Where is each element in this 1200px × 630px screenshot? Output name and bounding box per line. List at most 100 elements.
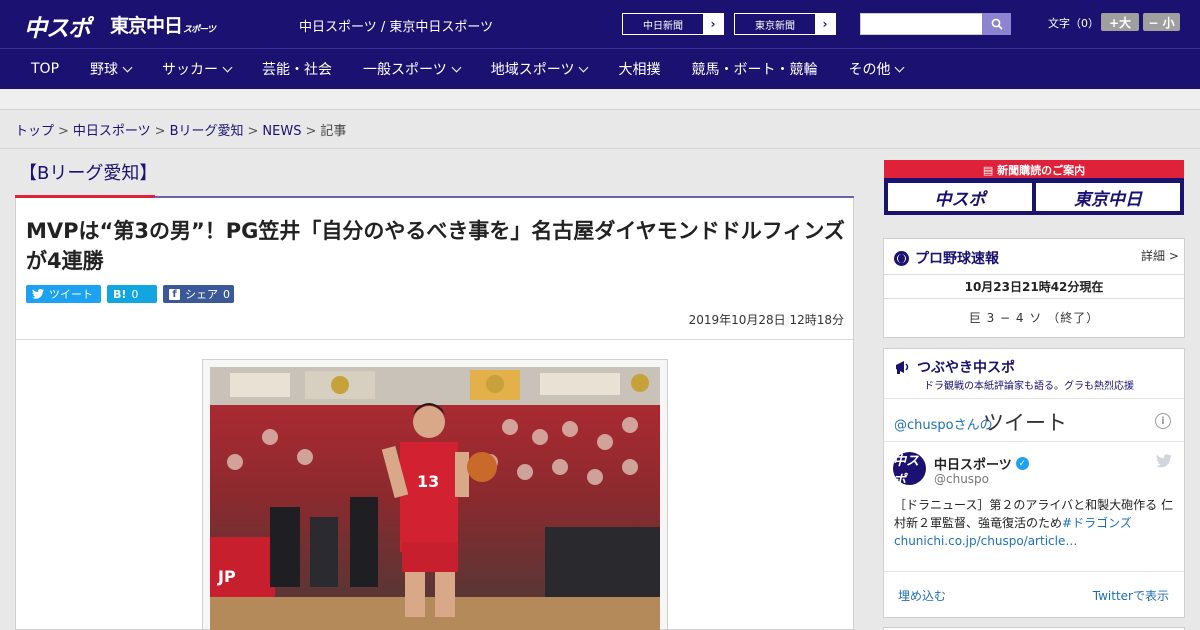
tweet-author-name: 中日スポーツ <box>934 458 1012 473</box>
nav-label: TOP <box>31 61 60 77</box>
hatena-bookmark-button[interactable]: B! 0 <box>107 285 157 303</box>
megaphone-icon <box>896 360 909 374</box>
breadcrumb-current: 記事 <box>320 124 347 139</box>
facebook-icon: f <box>169 288 180 300</box>
svg-text:JP: JP <box>217 567 236 586</box>
nav-item-sumo[interactable]: 大相撲 <box>618 59 660 79</box>
search-button[interactable] <box>982 13 1011 35</box>
breadcrumb-chunichi-sports[interactable]: 中日スポーツ <box>73 124 151 139</box>
tweet-button[interactable]: ツイート <box>26 285 101 303</box>
facebook-count: 0 <box>223 287 230 301</box>
tokyo-shimbun-label: 東京新聞 <box>755 20 795 32</box>
nav-label: 大相撲 <box>618 62 661 78</box>
section-label: 【Bリーグ愛知】 <box>19 163 158 184</box>
tokyo-logo-text: 東京中日 <box>110 15 183 37</box>
site-title[interactable]: 中日スポーツ / 東京中日スポーツ <box>299 16 493 35</box>
info-icon[interactable]: i <box>1155 413 1171 429</box>
breadcrumb-top[interactable]: トップ <box>15 124 54 139</box>
subscribe-tokyo-button[interactable]: 東京中日 <box>1036 183 1180 211</box>
nav-label: サッカー <box>162 62 219 78</box>
article-date: 2019年10月28日 12時18分 <box>688 313 844 327</box>
timeline-account[interactable]: @chuspoさんの <box>894 414 993 433</box>
chevron-right-icon: › <box>703 14 723 34</box>
score-timestamp: 10月23日21時42分現在 <box>884 274 1184 299</box>
breadcrumb-separator: > <box>154 124 166 139</box>
nav-label: 野球 <box>90 62 119 78</box>
baseball-detail-link[interactable]: 詳細 > <box>1141 247 1179 264</box>
facebook-share-button[interactable]: f シェア 0 <box>163 285 234 303</box>
embed-link[interactable]: 埋め込む <box>898 587 946 604</box>
twitter-box-title: つぶやき中スポ <box>917 360 1015 376</box>
subscription-title: ▤ 新聞購読のご案内 <box>884 162 1184 178</box>
chevron-down-icon <box>222 62 233 72</box>
basketball-player-photo: JP 13 <box>210 367 660 630</box>
baseball-box-header: プロ野球速報 <box>894 248 999 268</box>
chevron-down-icon <box>579 62 589 72</box>
nav-item-top[interactable]: TOP <box>31 61 59 77</box>
game-score[interactable]: 巨 3 − 4 ソ （終了） <box>884 309 1184 326</box>
tweet-handle[interactable]: @chuspo <box>934 472 989 486</box>
divider <box>0 148 1200 149</box>
chunichi-shimbun-label: 中日新聞 <box>643 20 683 32</box>
chevron-right-icon: › <box>815 14 835 34</box>
breadcrumb-separator: > <box>305 124 317 139</box>
font-size-label: 文字（0） <box>1048 17 1099 30</box>
baseball-box-title: プロ野球速報 <box>915 251 999 267</box>
hatena-bookmark-icon: B! <box>113 287 127 301</box>
nav-item-baseball[interactable]: 野球 <box>90 59 133 79</box>
nav-label: 競馬・ボート・競輪 <box>691 62 818 78</box>
font-smaller-button[interactable]: − 小 <box>1143 13 1180 31</box>
nav-label: 一般スポーツ <box>363 62 447 78</box>
nav-label: その他 <box>848 62 891 78</box>
nav-item-soccer[interactable]: サッカー <box>162 59 233 79</box>
search-icon <box>991 18 1003 30</box>
subscription-title-text: 新聞購読のご案内 <box>997 164 1086 177</box>
view-on-twitter-link[interactable]: Twitterで表示 <box>1093 587 1169 604</box>
subscribe-chuspo-button[interactable]: 中スポ <box>888 183 1032 211</box>
baseball-icon <box>894 250 909 266</box>
main-nav: TOP 野球 サッカー 芸能・社会 一般スポーツ 地域スポーツ 大相撲 競馬・ボ… <box>0 48 1200 89</box>
twitter-timeline-footer: 埋め込む Twitterで表示 <box>884 571 1184 617</box>
newspaper-icon: ▤ <box>982 164 998 177</box>
avatar[interactable]: 中スポ <box>893 452 926 488</box>
nav-label: 芸能・社会 <box>262 62 333 78</box>
twitter-timeline-header: @chuspoさんの ツイート <box>884 398 1184 442</box>
twitter-bird-icon[interactable] <box>1156 454 1172 468</box>
twitter-box-subtitle: ドラ観戦の本紙評論家も語る。グラも熱烈応援 <box>924 381 1134 392</box>
breadcrumb-separator: > <box>247 124 259 139</box>
nav-item-entertainment[interactable]: 芸能・社会 <box>262 59 332 79</box>
tweet-author[interactable]: 中日スポーツ ✓ <box>934 454 1029 473</box>
font-bigger-button[interactable]: +大 <box>1101 13 1139 31</box>
chunichi-shimbun-link[interactable]: 中日新聞 › <box>622 13 724 35</box>
jersey-number: 13 <box>417 472 439 491</box>
twitter-bird-icon <box>32 289 44 299</box>
twitter-box-header: つぶやき中スポ <box>894 357 1015 377</box>
tokyo-shimbun-link[interactable]: 東京新聞 › <box>734 13 836 35</box>
article-title: MVPは“第3の男”！PG笠井「自分のやるべき事を」名古屋ダイヤモンドドルフィン… <box>26 219 845 273</box>
breadcrumb: トップ > 中日スポーツ > Bリーグ愛知 > NEWS > 記事 <box>15 120 346 139</box>
tokyo-chunichi-logo[interactable]: 東京中日スポーツ <box>110 11 216 38</box>
tokyo-logo-sub: スポーツ <box>183 25 216 35</box>
nav-sub-strip <box>0 89 1200 110</box>
section-underline-accent <box>15 195 155 198</box>
nav-item-local-sports[interactable]: 地域スポーツ <box>490 59 589 79</box>
chevron-down-icon <box>122 62 133 72</box>
timeline-heading: ツイート <box>983 411 1067 435</box>
search-input[interactable] <box>860 13 983 35</box>
hatena-count: 0 <box>131 287 139 301</box>
chevron-down-icon <box>451 62 462 72</box>
breadcrumb-b-league[interactable]: Bリーグ愛知 <box>170 124 244 139</box>
nav-item-other[interactable]: その他 <box>848 59 905 79</box>
divider <box>16 339 853 340</box>
nav-label: 地域スポーツ <box>490 62 575 78</box>
article-photo[interactable]: JP 13 <box>210 367 660 630</box>
tweet-text[interactable]: ［ドラニュース］第２のアライバと和製大砲作る 仁村新２軍監督、強竜復活のため#ド… <box>894 496 1174 550</box>
nav-item-racing[interactable]: 競馬・ボート・競輪 <box>691 59 817 79</box>
nav-item-general-sports[interactable]: 一般スポーツ <box>363 59 462 79</box>
section-underline <box>155 196 854 198</box>
verified-badge-icon: ✓ <box>1015 457 1029 470</box>
tweet-label: ツイート <box>49 288 93 301</box>
chuspo-logo[interactable]: 中スポ <box>24 9 91 43</box>
breadcrumb-news[interactable]: NEWS <box>262 124 301 139</box>
chevron-down-icon <box>895 62 905 72</box>
